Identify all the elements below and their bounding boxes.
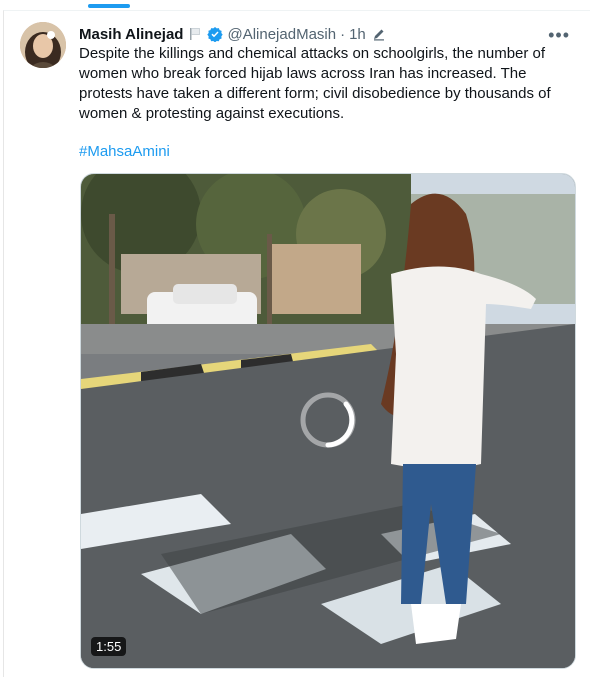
video-duration-badge: 1:55 <box>91 637 127 656</box>
more-horizontal-icon[interactable]: ••• <box>548 25 570 46</box>
top-tab-indicator <box>88 4 130 8</box>
author-name[interactable]: Masih Alinejad <box>79 26 183 43</box>
video-player[interactable]: 1:55 <box>80 173 576 669</box>
separator-dot: · <box>340 25 346 43</box>
avatar[interactable] <box>20 22 66 68</box>
tweet-header: Masih Alinejad @AlinejadMasih · 1h ••• <box>79 24 578 46</box>
flag-icon <box>188 27 202 41</box>
tweet-text: Despite the killings and chemical attack… <box>79 45 551 122</box>
tweet-timestamp[interactable]: 1h <box>349 26 366 43</box>
verified-badge-icon <box>207 26 224 43</box>
loading-spinner-icon <box>300 392 356 448</box>
author-handle[interactable]: @AlinejadMasih <box>227 26 336 43</box>
pen-icon <box>372 27 386 41</box>
hashtag-link[interactable]: #MahsaAmini <box>79 143 170 160</box>
